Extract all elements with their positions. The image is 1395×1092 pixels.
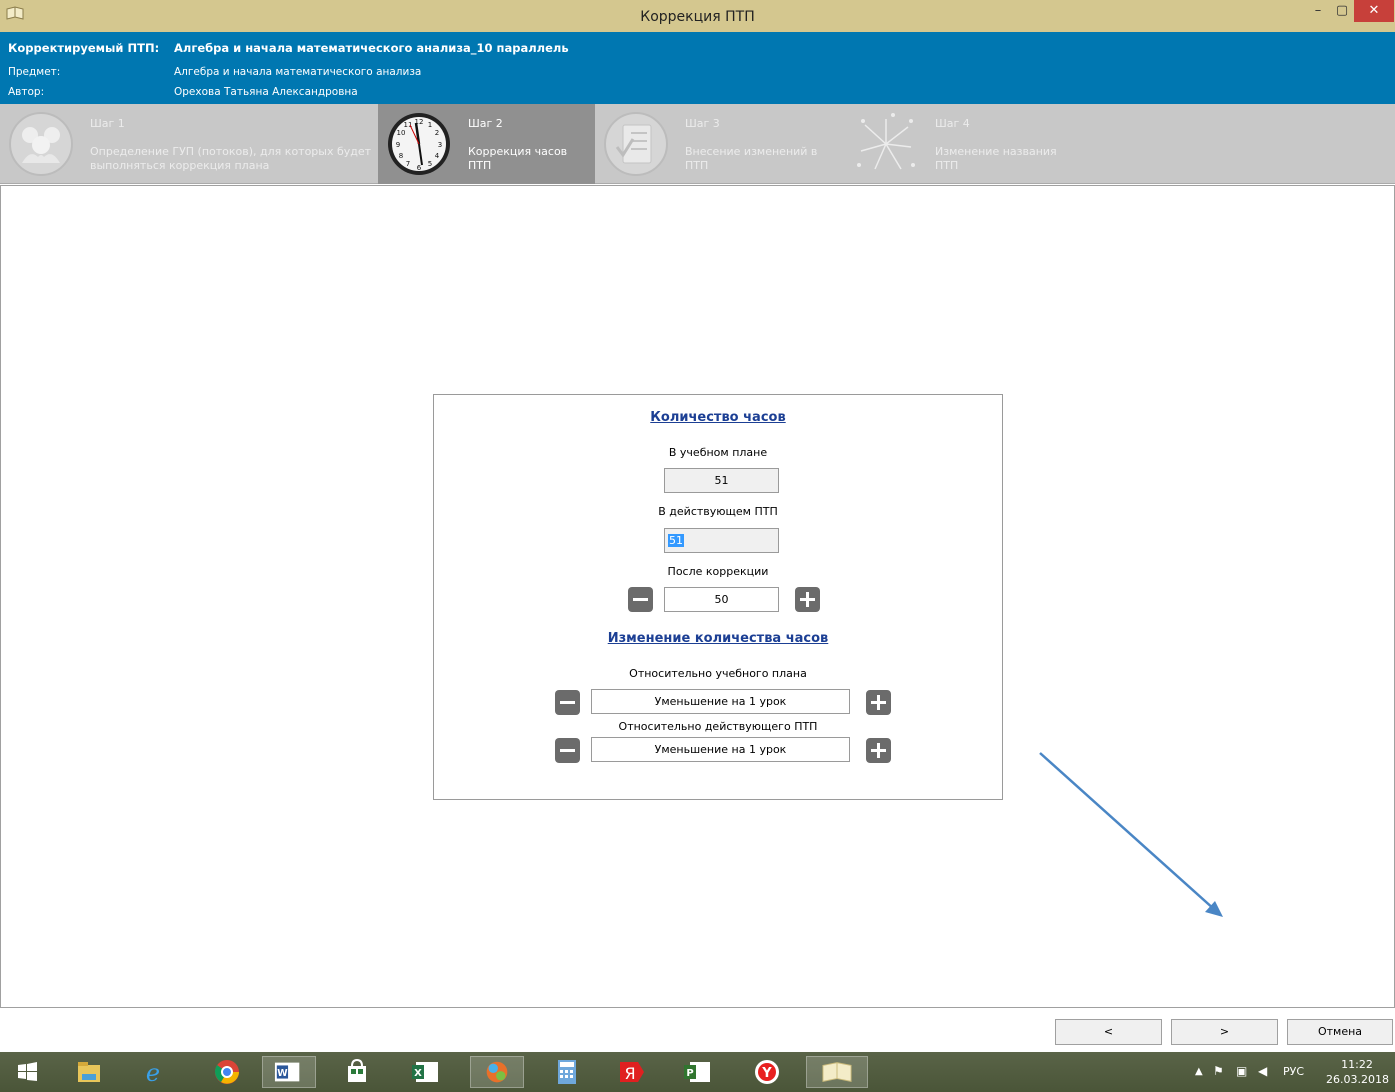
- next-button[interactable]: >: [1171, 1019, 1278, 1045]
- svg-text:2: 2: [435, 129, 439, 137]
- svg-text:7: 7: [406, 160, 410, 168]
- word-icon[interactable]: W: [262, 1056, 316, 1088]
- ptp-label: Корректируемый ПТП:: [8, 41, 160, 55]
- svg-text:4: 4: [435, 152, 440, 160]
- svg-text:e: e: [146, 1059, 160, 1087]
- curriculum-hours-label: В учебном плане: [668, 446, 768, 459]
- step-1[interactable]: Шаг 1 Определение ГУП (потоков), для кот…: [0, 104, 378, 184]
- relative-curriculum-field: Уменьшение на 1 урок: [591, 689, 850, 714]
- calculator-icon[interactable]: [550, 1056, 584, 1088]
- hours-section-title: Количество часов: [650, 410, 786, 425]
- increase-relative-curriculum-button[interactable]: [866, 690, 891, 715]
- change-section-title: Изменение количества часов: [607, 631, 829, 646]
- clock[interactable]: 11:22 26.03.2018: [1326, 1057, 1389, 1092]
- svg-text:1: 1: [428, 121, 432, 129]
- step-3-number: Шаг 3: [685, 117, 720, 130]
- window-title: Коррекция ПТП: [640, 9, 755, 25]
- taskbar: e W X Я P Y ▲ ⚑ ▣ ◀ РУС 11:22 26.03.2018: [0, 1052, 1395, 1092]
- store-icon[interactable]: [340, 1056, 374, 1088]
- book-icon[interactable]: [806, 1056, 868, 1088]
- svg-text:3: 3: [438, 141, 442, 149]
- yandex-icon[interactable]: Я: [614, 1056, 648, 1088]
- svg-text:X: X: [414, 1068, 422, 1079]
- svg-text:W: W: [277, 1068, 288, 1079]
- hours-correction-panel: Количество часов В учебном плане 51 В де…: [433, 394, 1003, 800]
- file-explorer-icon[interactable]: [72, 1056, 106, 1088]
- step-4[interactable]: Шаг 4 Изменение названия ПТП: [845, 104, 1095, 184]
- relative-current-ptp-field: Уменьшение на 1 урок: [591, 737, 850, 762]
- after-correction-field[interactable]: 50: [664, 587, 779, 612]
- step-1-description: Определение ГУП (потоков), для которых б…: [90, 145, 372, 172]
- previous-button[interactable]: <: [1055, 1019, 1162, 1045]
- step-3[interactable]: Шаг 3 Внесение изменений в ПТП: [595, 104, 845, 184]
- wizard-steps: Шаг 1 Определение ГУП (потоков), для кот…: [0, 104, 1395, 184]
- clock-icon: 12 12 345 678 91011: [388, 113, 450, 175]
- svg-text:8: 8: [399, 152, 403, 160]
- step-4-description: Изменение названия ПТП: [935, 145, 1057, 172]
- increase-hours-button[interactable]: [795, 587, 820, 612]
- current-ptp-hours-label: В действующем ПТП: [658, 505, 778, 518]
- svg-text:9: 9: [396, 141, 400, 149]
- maximize-button[interactable]: ▢: [1330, 0, 1354, 22]
- author-value: Орехова Татьяна Александровна: [174, 86, 358, 98]
- current-ptp-hours-value: 51: [668, 534, 684, 547]
- current-ptp-hours-field[interactable]: 51: [664, 528, 779, 553]
- relative-curriculum-label: Относительно учебного плана: [629, 667, 807, 680]
- people-icon: [9, 112, 73, 176]
- svg-text:5: 5: [428, 160, 432, 168]
- svg-text:Y: Y: [761, 1066, 772, 1081]
- step-3-description: Внесение изменений в ПТП: [685, 145, 818, 172]
- cancel-button[interactable]: Отмена: [1287, 1019, 1393, 1045]
- svg-text:10: 10: [397, 129, 406, 137]
- time: 11:22: [1341, 1058, 1373, 1071]
- step-2-number: Шаг 2: [468, 117, 503, 130]
- step-2-description: Коррекция часов ПТП: [468, 145, 568, 172]
- svg-text:6: 6: [417, 164, 422, 172]
- subject-label: Предмет:: [8, 66, 61, 78]
- after-correction-label: После коррекции: [667, 565, 769, 578]
- sparkle-icon: [857, 113, 915, 170]
- curriculum-hours-field: 51: [664, 468, 779, 493]
- step-2[interactable]: 12 1 2 345 678 9 10 11 Шаг 2 Коррекция часов…: [378, 104, 595, 184]
- author-label: Автор:: [8, 86, 45, 98]
- network-icon[interactable]: ▣: [1236, 1064, 1247, 1092]
- close-button[interactable]: ✕: [1354, 0, 1394, 22]
- decrease-hours-button[interactable]: [628, 587, 653, 612]
- start-icon[interactable]: [10, 1056, 44, 1088]
- ptp-value: Алгебра и начала математического анализа…: [174, 41, 569, 55]
- chrome-icon[interactable]: [210, 1056, 244, 1088]
- date: 26.03.2018: [1326, 1073, 1389, 1086]
- tray-chevron-icon[interactable]: ▲: [1195, 1066, 1203, 1092]
- ie-icon[interactable]: e: [136, 1056, 170, 1088]
- yandex-browser-icon[interactable]: Y: [750, 1056, 784, 1088]
- step-4-number: Шаг 4: [935, 117, 970, 130]
- excel-icon[interactable]: X: [408, 1056, 442, 1088]
- language-indicator[interactable]: РУС: [1283, 1065, 1304, 1092]
- svg-text:P: P: [686, 1068, 693, 1079]
- step-1-number: Шаг 1: [90, 117, 125, 130]
- annotation-arrow: [1039, 752, 1223, 917]
- decrease-relative-current-button[interactable]: [555, 738, 580, 763]
- relative-current-ptp-label: Относительно действующего ПТП: [618, 720, 818, 733]
- minimize-button[interactable]: –: [1306, 0, 1330, 22]
- ptp-info-header: Корректируемый ПТП: Алгебра и начала мат…: [0, 32, 1395, 104]
- title-bar: Коррекция ПТП – ▢ ✕: [0, 0, 1395, 32]
- app-icon[interactable]: [470, 1056, 524, 1088]
- volume-icon[interactable]: ◀: [1258, 1064, 1267, 1092]
- subject-value: Алгебра и начала математического анализа: [174, 66, 422, 78]
- increase-relative-current-button[interactable]: [866, 738, 891, 763]
- svg-text:Я: Я: [624, 1064, 635, 1083]
- flag-icon[interactable]: ⚑: [1213, 1064, 1224, 1092]
- project-icon[interactable]: P: [680, 1056, 714, 1088]
- checklist-icon: [604, 112, 668, 176]
- decrease-relative-curriculum-button[interactable]: [555, 690, 580, 715]
